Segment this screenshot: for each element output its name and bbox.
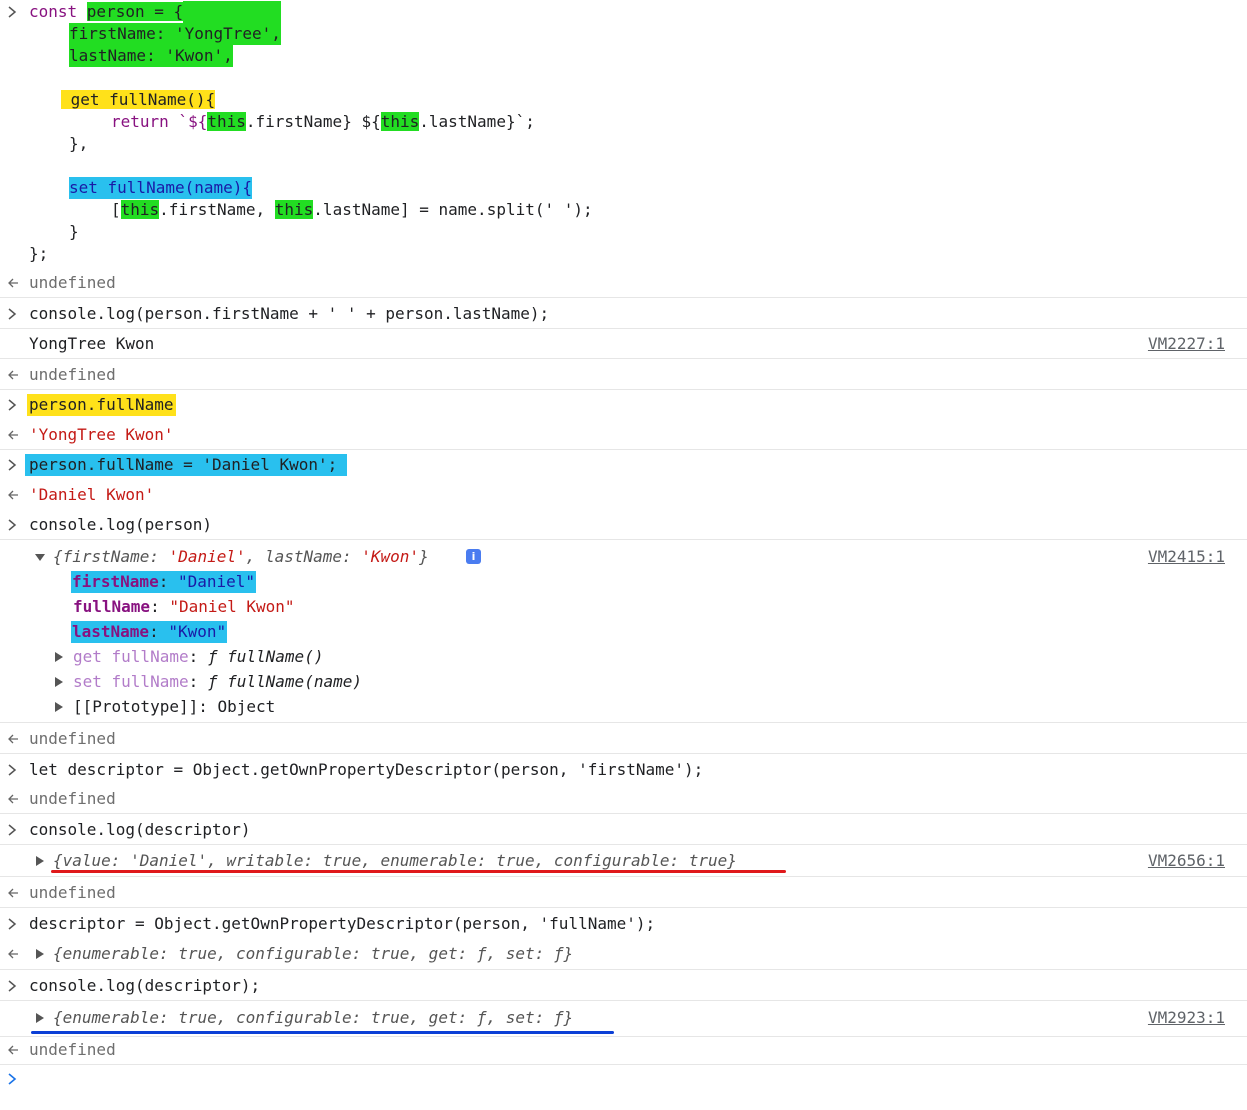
divider	[0, 844, 1247, 845]
result-descriptor[interactable]: {enumerable: true, configurable: true, g…	[53, 943, 573, 965]
divider	[0, 1036, 1247, 1037]
divider	[0, 813, 1247, 814]
divider	[0, 1000, 1247, 1001]
object-prototype[interactable]: [[Prototype]]: Object	[73, 696, 275, 718]
console-input-descriptor-fullname: descriptor = Object.getOwnPropertyDescri…	[29, 914, 656, 933]
input-prompt-icon	[7, 759, 23, 781]
divider	[0, 907, 1247, 908]
object-getter[interactable]: get fullName: ƒ fullName()	[73, 646, 323, 668]
input-prompt-icon	[7, 394, 23, 416]
divider	[0, 1064, 1247, 1065]
result-value: 'YongTree Kwon'	[29, 425, 174, 444]
result-arrow-icon	[7, 882, 23, 904]
result-undefined: undefined	[29, 729, 116, 748]
code-line: [this.firstName, this.lastName] = name.s…	[111, 200, 593, 219]
divider	[0, 722, 1247, 723]
expand-toggle[interactable]	[34, 546, 46, 568]
log-output: YongTree Kwon	[29, 334, 155, 353]
result-arrow-icon	[7, 272, 23, 294]
divider	[0, 753, 1247, 754]
console-input-log-person: console.log(person)	[29, 515, 213, 534]
result-undefined: undefined	[29, 1040, 116, 1059]
divider	[0, 297, 1247, 298]
log-output-descriptor[interactable]: {value: 'Daniel', writable: true, enumer…	[53, 850, 737, 872]
expand-toggle[interactable]	[53, 671, 65, 693]
result-arrow-icon	[7, 788, 23, 810]
prompt-chevron-icon	[7, 1068, 23, 1090]
divider	[0, 358, 1247, 359]
code-line: }	[69, 222, 79, 241]
info-icon[interactable]: i	[466, 549, 481, 564]
expand-toggle[interactable]	[34, 1007, 46, 1029]
result-undefined: undefined	[29, 273, 116, 292]
code-line: lastName: 'Kwon',	[69, 45, 233, 67]
object-property-fullName: fullName: "Daniel Kwon"	[73, 597, 295, 616]
result-undefined: undefined	[29, 883, 116, 902]
result-undefined: undefined	[29, 365, 116, 384]
log-output-descriptor-2[interactable]: {enumerable: true, configurable: true, g…	[53, 1007, 573, 1029]
divider	[0, 539, 1247, 540]
code-line: };	[29, 244, 49, 263]
divider	[0, 389, 1247, 390]
console-input-descriptor: let descriptor = Object.getOwnPropertyDe…	[29, 760, 704, 779]
result-arrow-icon	[7, 1039, 23, 1061]
input-prompt-icon	[7, 913, 23, 935]
console-input-setter: person.fullName = 'Daniel Kwon';	[25, 454, 348, 476]
object-summary[interactable]: {firstName: 'Daniel', lastName: 'Kwon'}	[53, 546, 429, 568]
code-line: return `${this.firstName} ${this.lastNam…	[111, 112, 535, 131]
input-prompt-icon	[7, 514, 23, 536]
code-line: },	[69, 134, 89, 153]
divider	[0, 969, 1247, 970]
object-property-firstName: firstName: "Daniel"	[71, 571, 257, 593]
expand-toggle[interactable]	[34, 943, 46, 965]
source-link[interactable]: VM2923:1	[1148, 1007, 1225, 1029]
expand-toggle[interactable]	[34, 850, 46, 872]
result-arrow-icon	[7, 364, 23, 386]
code-line: firstName: 'YongTree',	[69, 23, 281, 45]
input-prompt-icon	[7, 1, 23, 23]
console-input-log-descriptor: console.log(descriptor)	[29, 820, 251, 839]
code-line: set fullName(name){	[69, 177, 253, 199]
divider	[0, 449, 1247, 450]
input-prompt-icon	[7, 819, 23, 841]
divider	[0, 328, 1247, 329]
source-link[interactable]: VM2227:1	[1148, 333, 1225, 355]
source-link[interactable]: VM2415:1	[1148, 546, 1225, 568]
console-input-log-names: console.log(person.firstName + ' ' + per…	[29, 304, 550, 323]
code-line: get fullName(){	[61, 89, 216, 111]
result-arrow-icon	[7, 424, 23, 446]
console-input-getter: person.fullName	[27, 394, 176, 416]
object-property-lastName: lastName: "Kwon"	[71, 621, 228, 643]
input-prompt-icon	[7, 975, 23, 997]
result-arrow-icon	[7, 484, 23, 506]
blue-underline-annotation	[31, 1031, 614, 1034]
input-prompt-icon	[7, 303, 23, 325]
result-undefined: undefined	[29, 789, 116, 808]
expand-toggle[interactable]	[53, 696, 65, 718]
console-prompt-input[interactable]	[29, 1068, 1229, 1090]
expand-toggle[interactable]	[53, 646, 65, 668]
console-input-log-descriptor-2: console.log(descriptor);	[29, 976, 261, 995]
source-link[interactable]: VM2656:1	[1148, 850, 1225, 872]
red-underline-annotation	[51, 870, 786, 873]
object-setter[interactable]: set fullName: ƒ fullName(name)	[73, 671, 362, 693]
result-arrow-icon	[7, 728, 23, 750]
code-line: const person = {	[29, 1, 282, 23]
divider	[0, 876, 1247, 877]
result-value: 'Daniel Kwon'	[29, 485, 155, 504]
input-prompt-icon	[7, 454, 23, 476]
result-arrow-icon	[7, 943, 23, 965]
